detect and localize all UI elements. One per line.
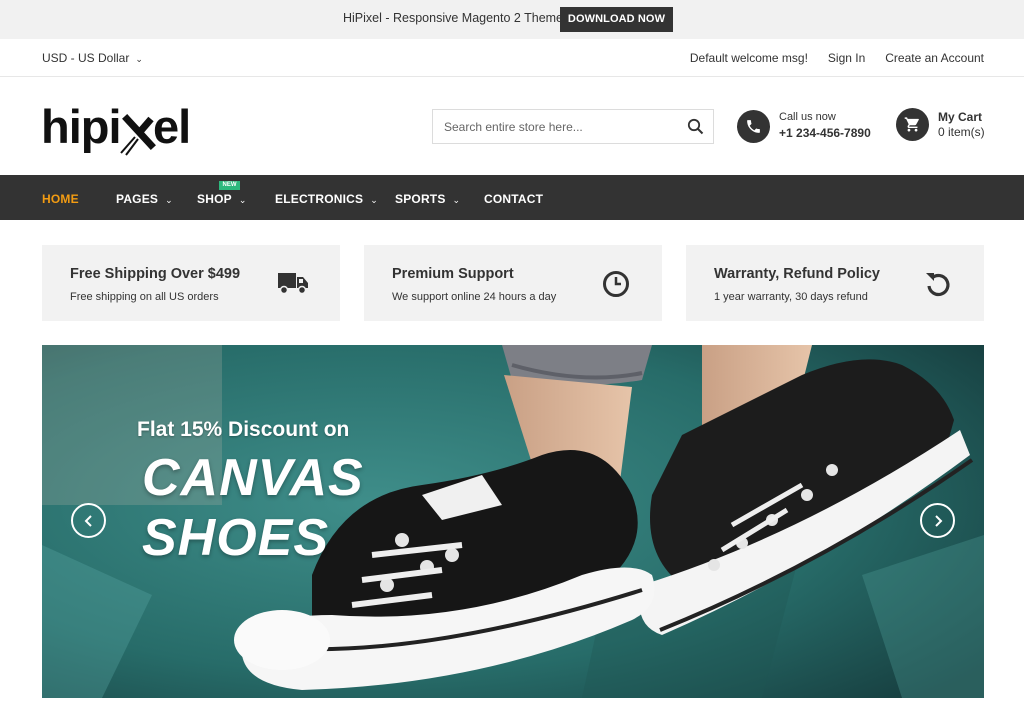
svg-text:hipi: hipi xyxy=(41,100,121,153)
cart-icon[interactable] xyxy=(896,108,929,141)
feature-subtitle: Free shipping on all US orders xyxy=(70,291,219,303)
chevron-down-icon: ⌄ xyxy=(370,195,378,205)
feature-warranty: Warranty, Refund Policy 1 year warranty,… xyxy=(686,245,984,321)
slider-next-button[interactable] xyxy=(920,503,955,538)
chevron-down-icon: ⌄ xyxy=(165,195,173,205)
chevron-down-icon: ⌄ xyxy=(452,195,461,205)
slider-prev-button[interactable] xyxy=(71,503,106,538)
nav-pages[interactable]: PAGES ⌄ xyxy=(116,192,173,206)
sign-in-link[interactable]: Sign In xyxy=(828,51,865,65)
search-box xyxy=(432,109,714,144)
feature-title: Warranty, Refund Policy xyxy=(714,266,880,282)
phone-icon xyxy=(737,110,770,143)
currency-switcher[interactable]: USD - US Dollar ⌄ xyxy=(42,51,143,65)
clock-icon xyxy=(603,271,629,297)
refresh-icon xyxy=(926,273,950,297)
search-icon[interactable] xyxy=(687,118,704,135)
main-nav: HOME PAGES ⌄ NEW SHOP ⌄ ELECTRONICS ⌄ SPORT… xyxy=(0,175,1024,220)
logo-x-mark xyxy=(120,114,156,156)
feature-free-shipping: Free Shipping Over $499 Free shipping on… xyxy=(42,245,340,321)
nav-home[interactable]: HOME xyxy=(42,192,79,206)
nav-shop-label: SHOP xyxy=(197,192,232,206)
header-links: Default welcome msg! Sign In Create an A… xyxy=(690,51,984,65)
search-input[interactable] xyxy=(433,110,673,143)
chevron-right-icon xyxy=(935,515,943,527)
feature-title: Free Shipping Over $499 xyxy=(70,266,241,282)
call-number[interactable]: +1 234-456-7890 xyxy=(779,126,871,140)
download-now-button[interactable]: DOWNLOAD NOW xyxy=(560,7,673,32)
chevron-down-icon: ⌄ xyxy=(238,195,247,205)
nav-sports[interactable]: SPORTS ⌄ xyxy=(395,192,460,206)
announcement-bar: HiPixel - Responsive Magento 2 Theme. DO… xyxy=(0,0,1024,39)
nav-shop[interactable]: SHOP ⌄ xyxy=(197,192,247,206)
welcome-message: Default welcome msg! xyxy=(689,51,808,65)
svg-text:el: el xyxy=(153,100,190,153)
nav-electronics[interactable]: ELECTRONICS ⌄ xyxy=(275,192,378,206)
hero-slider: Flat 15% Discount on CANVAS SHOES xyxy=(42,345,984,698)
feature-premium-support: Premium Support We support online 24 hou… xyxy=(364,245,662,321)
announcement-text: HiPixel - Responsive Magento 2 Theme. xyxy=(343,11,567,25)
nav-sports-label: SPORTS xyxy=(395,192,446,206)
feature-subtitle: 1 year warranty, 30 days refund xyxy=(714,291,868,303)
site-logo[interactable]: hipi el xyxy=(41,95,216,157)
create-account-link[interactable]: Create an Account xyxy=(885,51,984,65)
nav-pages-label: PAGES xyxy=(116,192,159,206)
feature-title: Premium Support xyxy=(392,266,514,282)
currency-label: USD - US Dollar xyxy=(42,51,130,65)
nav-electronics-label: ELECTRONICS xyxy=(275,192,364,206)
truck-icon xyxy=(278,273,308,295)
nav-contact[interactable]: CONTACT xyxy=(484,192,543,206)
call-label: Call us now xyxy=(779,111,836,123)
chevron-down-icon: ⌄ xyxy=(135,54,143,64)
cart-title[interactable]: My Cart xyxy=(938,110,982,124)
hero-title-line1: CANVAS xyxy=(142,449,364,507)
site-header: hipi el Call us now +1 234-456-7890 My C… xyxy=(0,77,1024,175)
feature-subtitle: We support online 24 hours a day xyxy=(392,291,557,303)
top-bar: USD - US Dollar ⌄ Default welcome msg! Si… xyxy=(0,39,1024,77)
hero-kicker: Flat 15% Discount on xyxy=(137,418,350,441)
chevron-left-icon xyxy=(84,515,92,527)
hero-title-line2: SHOES xyxy=(142,509,330,567)
new-badge: NEW xyxy=(219,181,240,190)
cart-count: 0 item(s) xyxy=(938,125,985,139)
